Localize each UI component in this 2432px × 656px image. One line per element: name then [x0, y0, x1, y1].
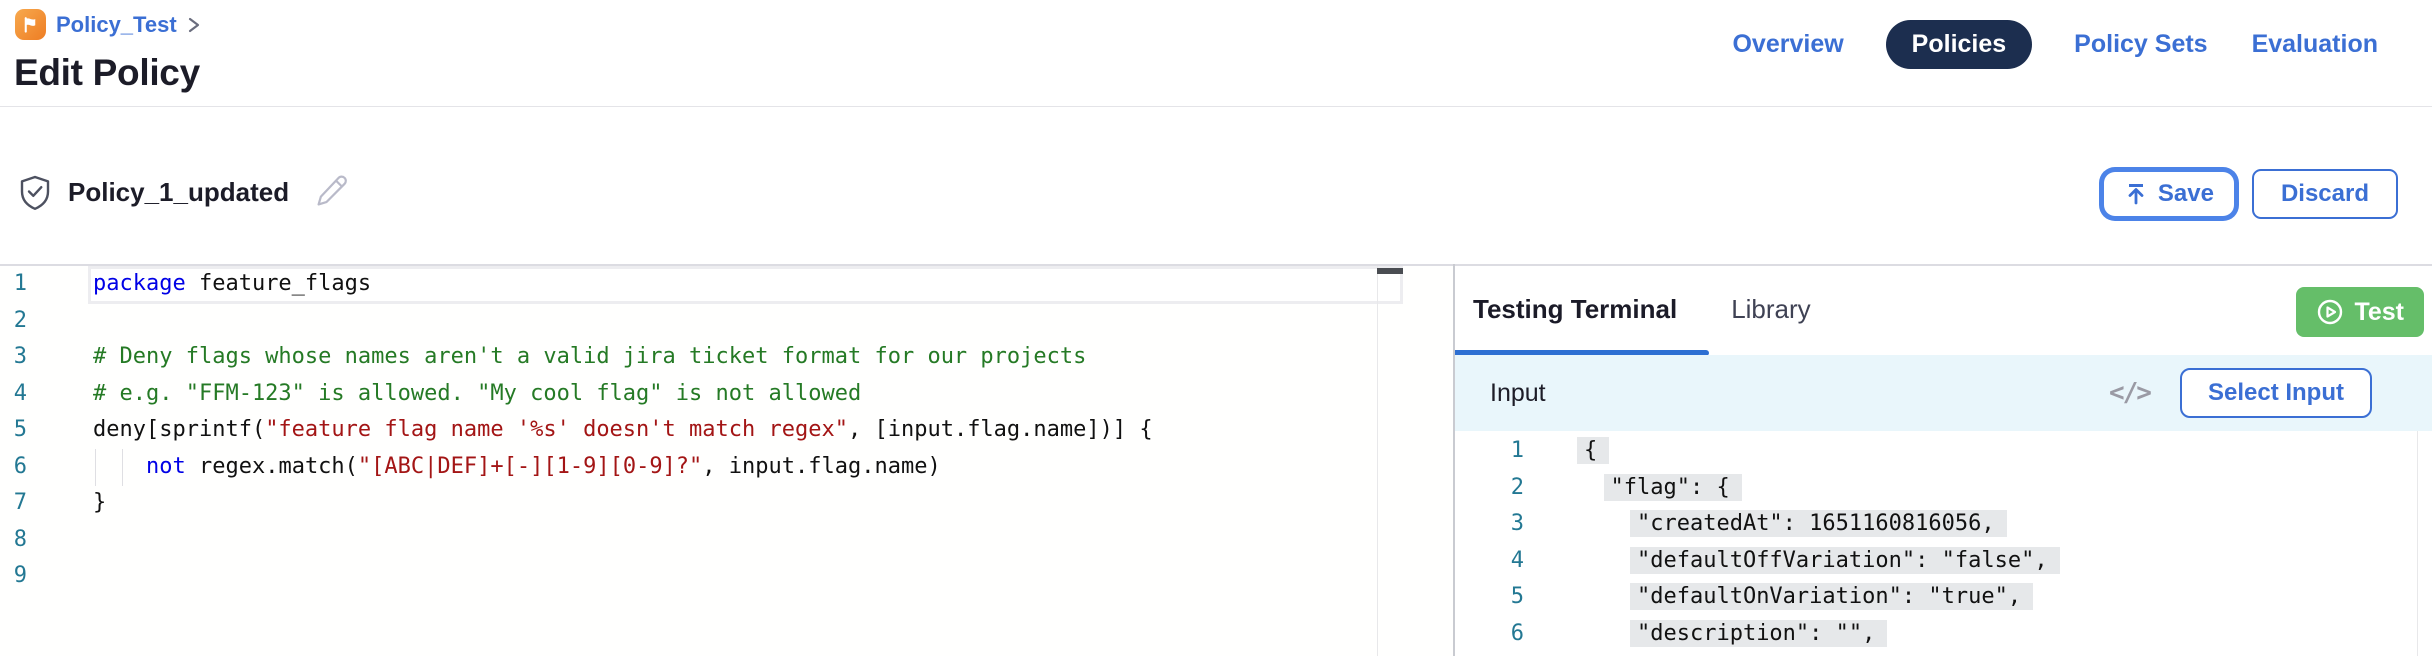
policy-title-row: Policy_1_updated: [16, 172, 349, 213]
indent-guide: [95, 449, 96, 486]
rego-line-4[interactable]: 4# e.g. "FFM-123" is allowed. "My cool f…: [0, 376, 1453, 413]
code-text: [27, 558, 93, 595]
line-number: 5: [1455, 579, 1524, 616]
play-circle-icon: [2316, 298, 2344, 326]
highlighted-json-text: "flag": {: [1604, 474, 1742, 501]
feature-flags-module-icon: [15, 9, 46, 40]
highlighted-json-text: "description": "",: [1630, 620, 1887, 647]
save-button[interactable]: Save: [2104, 172, 2234, 216]
json-line-5[interactable]: 5 "defaultOnVariation": "true",: [1455, 579, 2432, 616]
rego-line-5[interactable]: 5deny[sprintf("feature flag name '%s' do…: [0, 412, 1453, 449]
line-number: 6: [0, 449, 27, 486]
input-section-header: Input </> Select Input: [1455, 355, 2432, 431]
policy-actions: Save Discard: [2099, 167, 2398, 221]
rego-line-1[interactable]: 1package feature_flags: [0, 266, 1453, 303]
header-divider: [0, 106, 2432, 107]
highlighted-json-text: "createdAt": 1651160816056,: [1630, 510, 2007, 537]
module-nav: Overview Policies Policy Sets Evaluation: [1730, 18, 2380, 70]
editor-scrollbar-track: [1377, 266, 1378, 656]
rego-line-3[interactable]: 3# Deny flags whose names aren't a valid…: [0, 339, 1453, 376]
rego-code-editor[interactable]: 1package feature_flags23# Deny flags who…: [0, 266, 1453, 656]
code-text: [27, 303, 93, 340]
json-editor-edge: [2417, 431, 2418, 656]
line-number: 5: [0, 412, 27, 449]
input-label: Input: [1490, 379, 1546, 408]
breadcrumb-project-link[interactable]: Policy_Test: [56, 12, 177, 38]
highlighted-json-text: "defaultOffVariation": "false",: [1630, 547, 2060, 574]
line-number: 4: [0, 376, 27, 413]
code-text: "flag": {: [1524, 470, 1742, 507]
line-number: 3: [1455, 506, 1524, 543]
code-text: {: [1524, 433, 1609, 470]
chevron-right-icon: [187, 16, 201, 34]
line-number: 3: [0, 339, 27, 376]
code-text: package feature_flags: [27, 266, 371, 303]
nav-tab-evaluation[interactable]: Evaluation: [2250, 20, 2380, 69]
highlighted-json-text: {: [1577, 437, 1609, 464]
line-number: 2: [0, 303, 27, 340]
upload-arrow-icon: [2124, 182, 2148, 206]
code-text: "defaultOnVariation": "true",: [1524, 579, 2033, 616]
code-text: [27, 522, 93, 559]
line-number: 7: [0, 485, 27, 522]
rego-line-6[interactable]: 6 not regex.match("[ABC|DEF]+[-][1-9][0-…: [0, 449, 1453, 486]
testing-terminal-panel: Testing Terminal Library Test Input </> S…: [1455, 266, 2432, 656]
line-number: 4: [1455, 543, 1524, 580]
json-line-6[interactable]: 6 "description": "",: [1455, 616, 2432, 653]
code-text: deny[sprintf("feature flag name '%s' doe…: [27, 412, 1153, 449]
rego-line-7[interactable]: 7}: [0, 485, 1453, 522]
breadcrumb: Policy_Test: [15, 9, 201, 40]
code-text: "createdAt": 1651160816056,: [1524, 506, 2007, 543]
line-number: 9: [0, 558, 27, 595]
rego-code-lines: 1package feature_flags23# Deny flags who…: [0, 266, 1453, 595]
nav-tab-policy-sets[interactable]: Policy Sets: [2072, 20, 2209, 69]
pencil-icon: [313, 172, 349, 208]
line-number: 6: [1455, 616, 1524, 653]
discard-button[interactable]: Discard: [2252, 169, 2398, 219]
save-button-focus-ring: Save: [2099, 167, 2239, 221]
line-number: 1: [1455, 433, 1524, 470]
select-input-button[interactable]: Select Input: [2180, 368, 2372, 418]
edit-policy-name-button[interactable]: [313, 172, 349, 213]
json-line-2[interactable]: 2 "flag": {: [1455, 470, 2432, 507]
line-number: 1: [0, 266, 27, 303]
save-button-label: Save: [2158, 180, 2214, 208]
rego-line-8[interactable]: 8: [0, 522, 1453, 559]
highlighted-json-text: "defaultOnVariation": "true",: [1630, 583, 2033, 610]
editor-scrollbar-thumb[interactable]: [1377, 268, 1403, 274]
nav-tab-overview[interactable]: Overview: [1730, 20, 1845, 69]
nav-tab-policies[interactable]: Policies: [1886, 20, 2033, 69]
line-number: 8: [0, 522, 27, 559]
rego-line-9[interactable]: 9: [0, 558, 1453, 595]
test-button[interactable]: Test: [2296, 287, 2424, 337]
json-line-3[interactable]: 3 "createdAt": 1651160816056,: [1455, 506, 2432, 543]
code-text: "description": "",: [1524, 616, 1887, 653]
code-text: # Deny flags whose names aren't a valid …: [27, 339, 1086, 376]
policy-name: Policy_1_updated: [68, 177, 289, 208]
shield-check-icon: [16, 173, 54, 213]
code-text: }: [27, 485, 106, 522]
json-line-4[interactable]: 4 "defaultOffVariation": "false",: [1455, 543, 2432, 580]
json-line-1[interactable]: 1{: [1455, 433, 2432, 470]
page-title: Edit Policy: [14, 52, 200, 94]
indent-guide: [122, 449, 123, 486]
terminal-tab-library[interactable]: Library: [1731, 294, 1810, 325]
code-view-icon[interactable]: </>: [2109, 378, 2150, 408]
test-button-label: Test: [2354, 298, 2404, 327]
input-json-editor[interactable]: 1{2 "flag": {3 "createdAt": 165116081605…: [1455, 431, 2432, 656]
code-text: "defaultOffVariation": "false",: [1524, 543, 2060, 580]
terminal-tab-testing-terminal[interactable]: Testing Terminal: [1473, 294, 1677, 325]
terminal-tabs: Testing Terminal Library: [1473, 266, 1811, 352]
line-number: 2: [1455, 470, 1524, 507]
code-text: # e.g. "FFM-123" is allowed. "My cool fl…: [27, 376, 861, 413]
rego-line-2[interactable]: 2: [0, 303, 1453, 340]
code-text: not regex.match("[ABC|DEF]+[-][1-9][0-9]…: [27, 449, 941, 486]
